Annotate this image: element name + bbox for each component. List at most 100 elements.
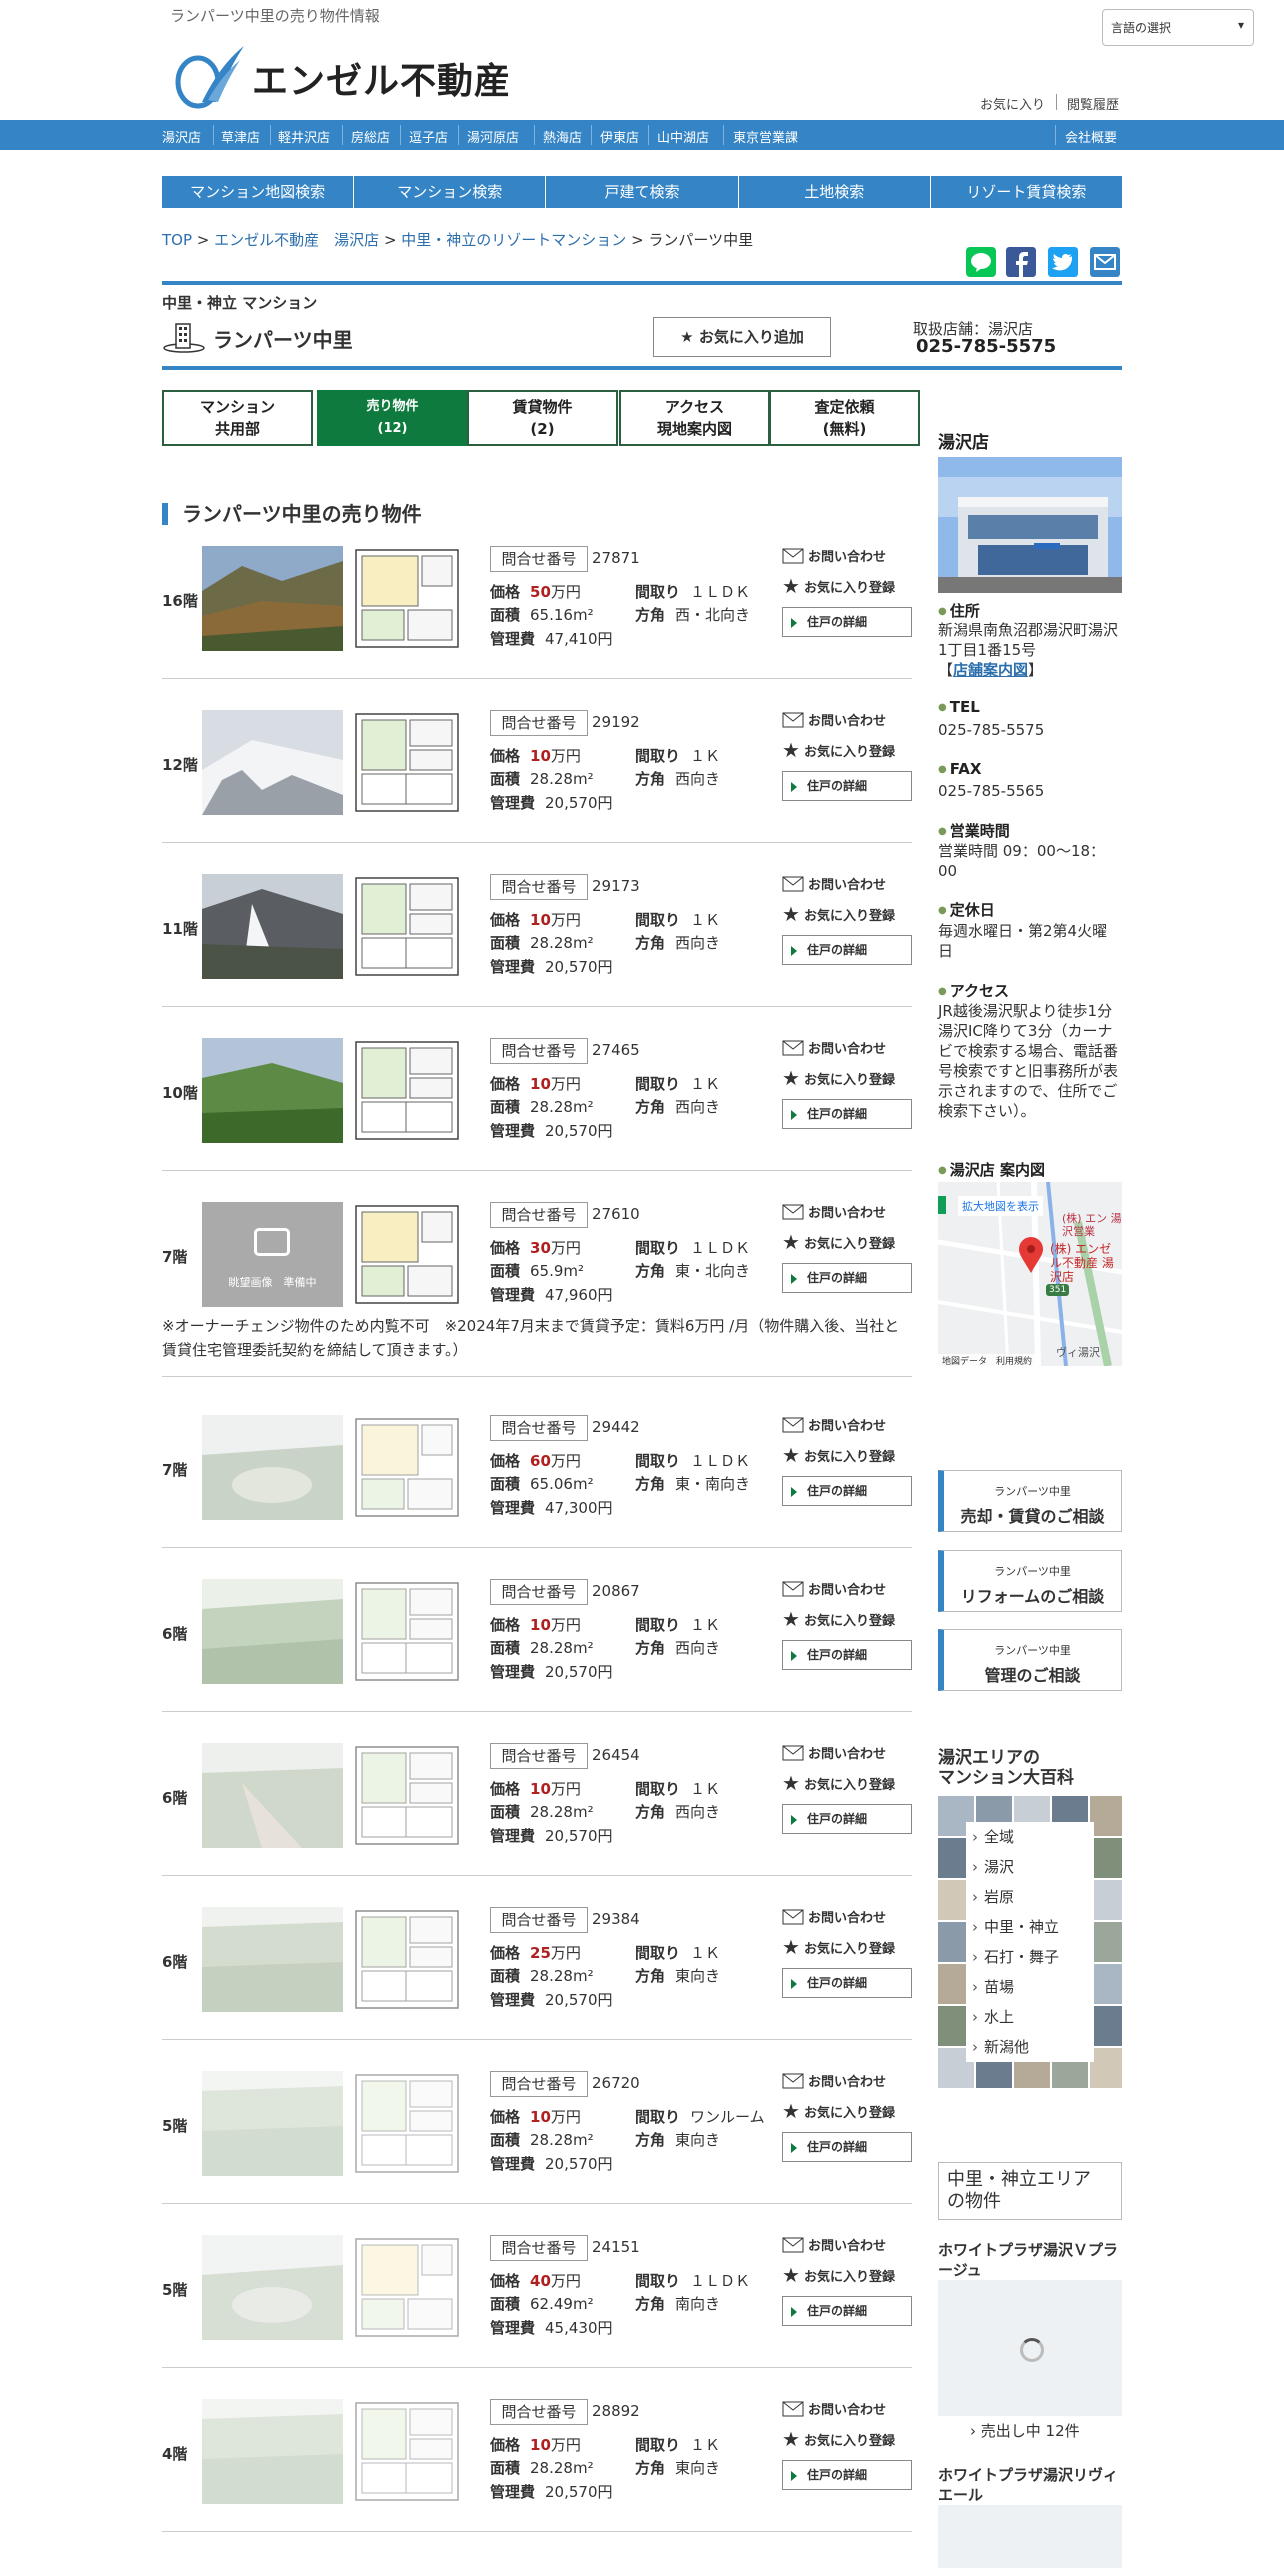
floor-plan[interactable] bbox=[350, 1743, 464, 1848]
contact-link[interactable]: お問い合わせ bbox=[782, 2235, 886, 2254]
site-logo[interactable]: エンゼル不動産 bbox=[172, 42, 511, 114]
store-link[interactable]: 湯沢店 bbox=[162, 127, 201, 146]
store-link[interactable]: 房総店 bbox=[351, 127, 390, 146]
tab-for-sale[interactable]: 売り物件 (12) bbox=[317, 390, 468, 446]
unit-detail-button[interactable]: 住戸の詳細 bbox=[782, 2132, 912, 2162]
tel-text[interactable]: 025-785-5575 bbox=[938, 720, 1044, 740]
contact-link[interactable]: お問い合わせ bbox=[782, 1743, 886, 1762]
header-favorites-link[interactable]: お気に入り bbox=[980, 94, 1045, 113]
add-favorite-link[interactable]: ★ お気に入り登録 bbox=[782, 1935, 895, 1959]
area-property-name[interactable]: ホワイトプラザ湯沢Ｖプラージュ bbox=[938, 2240, 1122, 2280]
store-guide-link[interactable]: 店舗案内図 bbox=[953, 661, 1028, 679]
unit-detail-button[interactable]: 住戸の詳細 bbox=[782, 1968, 912, 1998]
unit-detail-button[interactable]: 住戸の詳細 bbox=[782, 2460, 912, 2490]
language-select[interactable]: 言語の選択 ▾ bbox=[1102, 9, 1254, 46]
unit-detail-button[interactable]: 住戸の詳細 bbox=[782, 1476, 912, 1506]
view-photo[interactable] bbox=[202, 1907, 343, 2012]
unit-detail-button[interactable]: 住戸の詳細 bbox=[782, 935, 912, 965]
add-favorite-link[interactable]: ★ お気に入り登録 bbox=[782, 1230, 895, 1254]
area-property-count[interactable]: › 売出し中 12件 bbox=[970, 2420, 1080, 2441]
store-link[interactable]: 逗子店 bbox=[409, 127, 448, 146]
encyclopedia-item[interactable]: 湯沢 bbox=[966, 1852, 1094, 1882]
view-photo[interactable] bbox=[202, 546, 343, 651]
unit-detail-button[interactable]: 住戸の詳細 bbox=[782, 771, 912, 801]
add-favorite-link[interactable]: ★ お気に入り登録 bbox=[782, 738, 895, 762]
breadcrumb-link[interactable]: 中里・神立のリゾートマンション bbox=[401, 231, 626, 249]
breadcrumb-link[interactable]: TOP bbox=[162, 231, 192, 249]
contact-link[interactable]: お問い合わせ bbox=[782, 2399, 886, 2418]
floor-plan[interactable] bbox=[350, 710, 464, 815]
search-nav-item[interactable]: マンション地図検索 bbox=[162, 176, 355, 208]
add-favorite-link[interactable]: ★ お気に入り登録 bbox=[782, 2099, 895, 2123]
view-photo[interactable] bbox=[202, 1415, 343, 1520]
add-favorite-link[interactable]: ★ お気に入り登録 bbox=[782, 574, 895, 598]
company-link[interactable]: 会社概要 bbox=[1065, 127, 1117, 146]
twitter-share-icon[interactable] bbox=[1048, 247, 1078, 277]
floor-plan[interactable] bbox=[350, 874, 464, 979]
floor-plan[interactable] bbox=[350, 1907, 464, 2012]
facebook-share-icon[interactable] bbox=[1006, 247, 1036, 277]
floor-plan[interactable] bbox=[350, 546, 464, 651]
floor-plan[interactable] bbox=[350, 1415, 464, 1520]
view-photo[interactable] bbox=[202, 1579, 343, 1684]
search-nav-item[interactable]: マンション検索 bbox=[354, 176, 547, 208]
unit-detail-button[interactable]: 住戸の詳細 bbox=[782, 607, 912, 637]
contact-link[interactable]: お問い合わせ bbox=[782, 1202, 886, 1221]
encyclopedia-item[interactable]: 石打・舞子 bbox=[966, 1942, 1094, 1972]
floor-plan[interactable] bbox=[350, 1202, 464, 1307]
sell-rent-consult-button[interactable]: ランパーツ中里 売却・賃貸のご相談 bbox=[938, 1470, 1122, 1532]
add-favorite-link[interactable]: ★ お気に入り登録 bbox=[782, 1443, 895, 1467]
store-link[interactable]: 東京営業課 bbox=[733, 127, 798, 146]
encyclopedia-item[interactable]: 苗場 bbox=[966, 1972, 1094, 2002]
unit-detail-button[interactable]: 住戸の詳細 bbox=[782, 1263, 912, 1293]
encyclopedia-item[interactable]: 中里・神立 bbox=[966, 1912, 1094, 1942]
view-photo[interactable] bbox=[202, 2071, 343, 2176]
view-photo[interactable] bbox=[202, 1743, 343, 1848]
search-nav-item[interactable]: 土地検索 bbox=[739, 176, 931, 208]
contact-link[interactable]: お問い合わせ bbox=[782, 2071, 886, 2090]
tab-rental[interactable]: 賃貸物件 (2) bbox=[467, 390, 618, 446]
encyclopedia-item[interactable]: 水上 bbox=[966, 2002, 1094, 2032]
contact-link[interactable]: お問い合わせ bbox=[782, 710, 886, 729]
store-link[interactable]: 湯河原店 bbox=[467, 127, 519, 146]
encyclopedia-item[interactable]: 全域 bbox=[966, 1822, 1094, 1852]
contact-link[interactable]: お問い合わせ bbox=[782, 874, 886, 893]
view-photo[interactable] bbox=[202, 874, 343, 979]
area-property-name[interactable]: ホワイトプラザ湯沢リヴィエール bbox=[938, 2465, 1122, 2505]
store-map[interactable]: 拡大地図を表示 (株) エン 湯沢営業 (株) エンゼル不動産 湯沢店 351 … bbox=[938, 1182, 1122, 1366]
unit-detail-button[interactable]: 住戸の詳細 bbox=[782, 1099, 912, 1129]
add-favorite-link[interactable]: ★ お気に入り登録 bbox=[782, 2263, 895, 2287]
view-photo[interactable] bbox=[202, 2399, 343, 2504]
unit-detail-button[interactable]: 住戸の詳細 bbox=[782, 1640, 912, 1670]
store-link[interactable]: 草津店 bbox=[221, 127, 260, 146]
contact-link[interactable]: お問い合わせ bbox=[782, 1907, 886, 1926]
unit-detail-button[interactable]: 住戸の詳細 bbox=[782, 1804, 912, 1834]
line-share-icon[interactable] bbox=[966, 247, 996, 277]
add-favorite-link[interactable]: ★ お気に入り登録 bbox=[782, 1066, 895, 1090]
store-link[interactable]: 熱海店 bbox=[543, 127, 582, 146]
store-link[interactable]: 伊東店 bbox=[600, 127, 639, 146]
store-phone[interactable]: 025-785-5575 bbox=[916, 336, 1056, 357]
reform-consult-button[interactable]: ランパーツ中里 リフォームのご相談 bbox=[938, 1550, 1122, 1612]
floor-plan[interactable] bbox=[350, 2235, 464, 2340]
area-property-photo[interactable] bbox=[938, 2280, 1122, 2416]
floor-plan[interactable] bbox=[350, 1038, 464, 1143]
header-history-link[interactable]: 閲覧履歴 bbox=[1067, 94, 1119, 113]
contact-link[interactable]: お問い合わせ bbox=[782, 1415, 886, 1434]
view-photo[interactable] bbox=[202, 2235, 343, 2340]
management-consult-button[interactable]: ランパーツ中里 管理のご相談 bbox=[938, 1629, 1122, 1691]
view-photo[interactable] bbox=[202, 710, 343, 815]
store-link[interactable]: 山中湖店 bbox=[657, 127, 709, 146]
add-favorite-link[interactable]: ★ お気に入り登録 bbox=[782, 1771, 895, 1795]
tab-common-area[interactable]: マンション 共用部 bbox=[162, 390, 313, 446]
add-favorite-link[interactable]: ★ お気に入り登録 bbox=[782, 1607, 895, 1631]
unit-detail-button[interactable]: 住戸の詳細 bbox=[782, 2296, 912, 2326]
floor-plan[interactable] bbox=[350, 1579, 464, 1684]
view-photo[interactable] bbox=[202, 1038, 343, 1143]
add-favorite-link[interactable]: ★ お気に入り登録 bbox=[782, 902, 895, 926]
store-link[interactable]: 軽井沢店 bbox=[278, 127, 330, 146]
floor-plan[interactable] bbox=[350, 2399, 464, 2504]
encyclopedia-item[interactable]: 新潟他 bbox=[966, 2032, 1094, 2062]
tab-appraisal[interactable]: 査定依頼 (無料) bbox=[769, 390, 920, 446]
search-nav-item[interactable]: リゾート賃貸検索 bbox=[931, 176, 1122, 208]
